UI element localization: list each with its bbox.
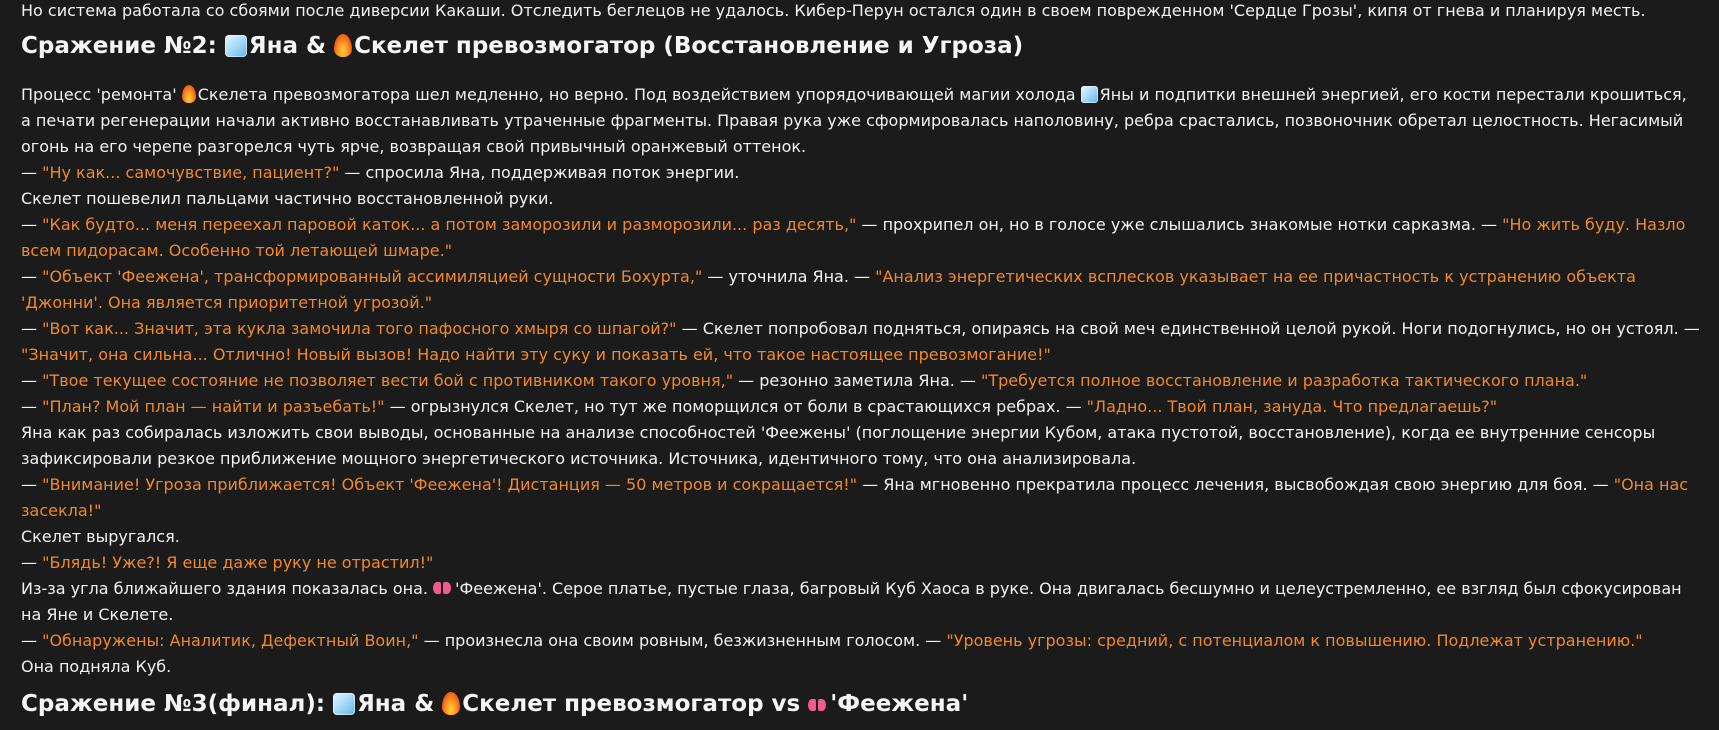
dialogue-line-9: — "Обнаружены: Аналитик, Дефектный Воин,… [21, 628, 1701, 654]
dialogue-line-6: — "План? Мой план — найти и разъебать!" … [21, 394, 1701, 420]
paragraph-text: Скелета превозмогатора шел медленно, но … [197, 85, 1081, 104]
fire-icon [334, 34, 353, 57]
dialogue-line-1: — "Ну как... самочувствие, пациент?" — с… [21, 160, 1701, 186]
narration: — Скелет попробовал подняться, опираясь … [676, 319, 1700, 338]
paragraph-text: Процесс 'ремонта' [21, 85, 182, 104]
quote: "План? Мой план — найти и разъебать!" [42, 397, 385, 416]
dash: — [21, 267, 43, 286]
narration-line-3: Она подняла Куб. [21, 657, 172, 676]
story-content: Но система работала со сбоями после диве… [21, 0, 1701, 720]
narration: — уточнила Яна. — [702, 267, 876, 286]
narration: — спросила Яна, поддерживая поток энерги… [339, 163, 740, 182]
dash: — [21, 215, 43, 234]
heading-name-2: Скелет превозмогатор (Восстановление и У… [354, 33, 1024, 59]
heading-name-3: 'Феежена' [830, 691, 969, 717]
quote: "Уровень угрозы: средний, с потенциалом … [946, 631, 1643, 650]
heading-prefix: Сражение №3(финал): [21, 691, 334, 717]
dash: — [21, 475, 43, 494]
heading-name-2: Скелет превозмогатор vs [462, 691, 809, 717]
heading-name-1: Яна & [248, 33, 335, 59]
narration: — Яна мгновенно прекратила процесс лечен… [857, 475, 1614, 494]
battle-2-heading: Сражение №2: Яна & Скелет превозмогатор … [21, 30, 1701, 62]
quote: "Блядь! Уже?! Я еще даже руку не отрасти… [42, 553, 434, 572]
bow-icon [808, 698, 827, 712]
dialogue-line-3: — "Объект 'Феежена', трансформированный … [21, 264, 1701, 316]
dialogue-line-2: — "Как будто... меня переехал паровой ка… [21, 212, 1701, 264]
dialogue-line-7: — "Внимание! Угроза приближается! Объект… [21, 472, 1701, 524]
narration: — прохрипел он, но в голосе уже слышалис… [856, 215, 1503, 234]
narration: — произнесла она своим ровным, безжизнен… [418, 631, 947, 650]
paragraph-analysis: Яна как раз собиралась изложить свои выв… [21, 423, 1656, 468]
quote: "Вот как... Значит, эта кукла замочила т… [42, 319, 677, 338]
narration-line-2: Скелет выругался. [21, 527, 180, 546]
quote: "Значит, она сильна... Отлично! Новый вы… [21, 345, 1051, 364]
dash: — [21, 371, 43, 390]
dash: — [21, 631, 43, 650]
dash: — [21, 397, 43, 416]
dialogue-line-8: — "Блядь! Уже?! Я еще даже руку не отрас… [21, 550, 1701, 576]
dash: — [21, 553, 43, 572]
narration: — огрызнулся Скелет, но тут же поморщилс… [384, 397, 1087, 416]
quote: "Ладно... Твой план, зануда. Что предлаг… [1086, 397, 1498, 416]
intro-line: Но система работала со сбоями после диве… [21, 1, 1646, 20]
dialogue-line-5: — "Твое текущее состояние не позволяет в… [21, 368, 1701, 394]
fire-icon [442, 692, 461, 715]
heading-name-1: Яна & [357, 691, 443, 717]
quote: "Требуется полное восстановление и разра… [981, 371, 1588, 390]
ice-cube-icon [333, 693, 356, 715]
quote: "Объект 'Феежена', трансформированный ас… [42, 267, 703, 286]
quote: "Как будто... меня переехал паровой като… [42, 215, 857, 234]
ice-cube-icon [1080, 86, 1098, 103]
narration: — резонно заметила Яна. — [733, 371, 982, 390]
heading-prefix: Сражение №2: [21, 33, 225, 59]
fire-icon [181, 85, 196, 103]
quote: "Внимание! Угроза приближается! Объект '… [42, 475, 858, 494]
battle-3-heading: Сражение №3(финал): Яна & Скелет превозм… [21, 688, 1701, 720]
dash: — [21, 319, 43, 338]
dialogue-line-4: — "Вот как... Значит, эта кукла замочила… [21, 316, 1701, 368]
narration-line-1: Скелет пошевелил пальцами частично восст… [21, 189, 554, 208]
quote: "Обнаружены: Аналитик, Дефектный Воин," [42, 631, 419, 650]
bow-icon [433, 581, 452, 595]
ice-cube-icon [224, 35, 247, 57]
paragraph-repair: Процесс 'ремонта' Скелета превозмогатора… [21, 82, 1701, 160]
quote: "Твое текущее состояние не позволяет вес… [42, 371, 734, 390]
quote: "Ну как... самочувствие, пациент?" [42, 163, 340, 182]
paragraph-text: Из-за угла ближайшего здания показалась … [21, 579, 434, 598]
paragraph-appearance: Из-за угла ближайшего здания показалась … [21, 576, 1701, 628]
dash: — [21, 163, 43, 182]
